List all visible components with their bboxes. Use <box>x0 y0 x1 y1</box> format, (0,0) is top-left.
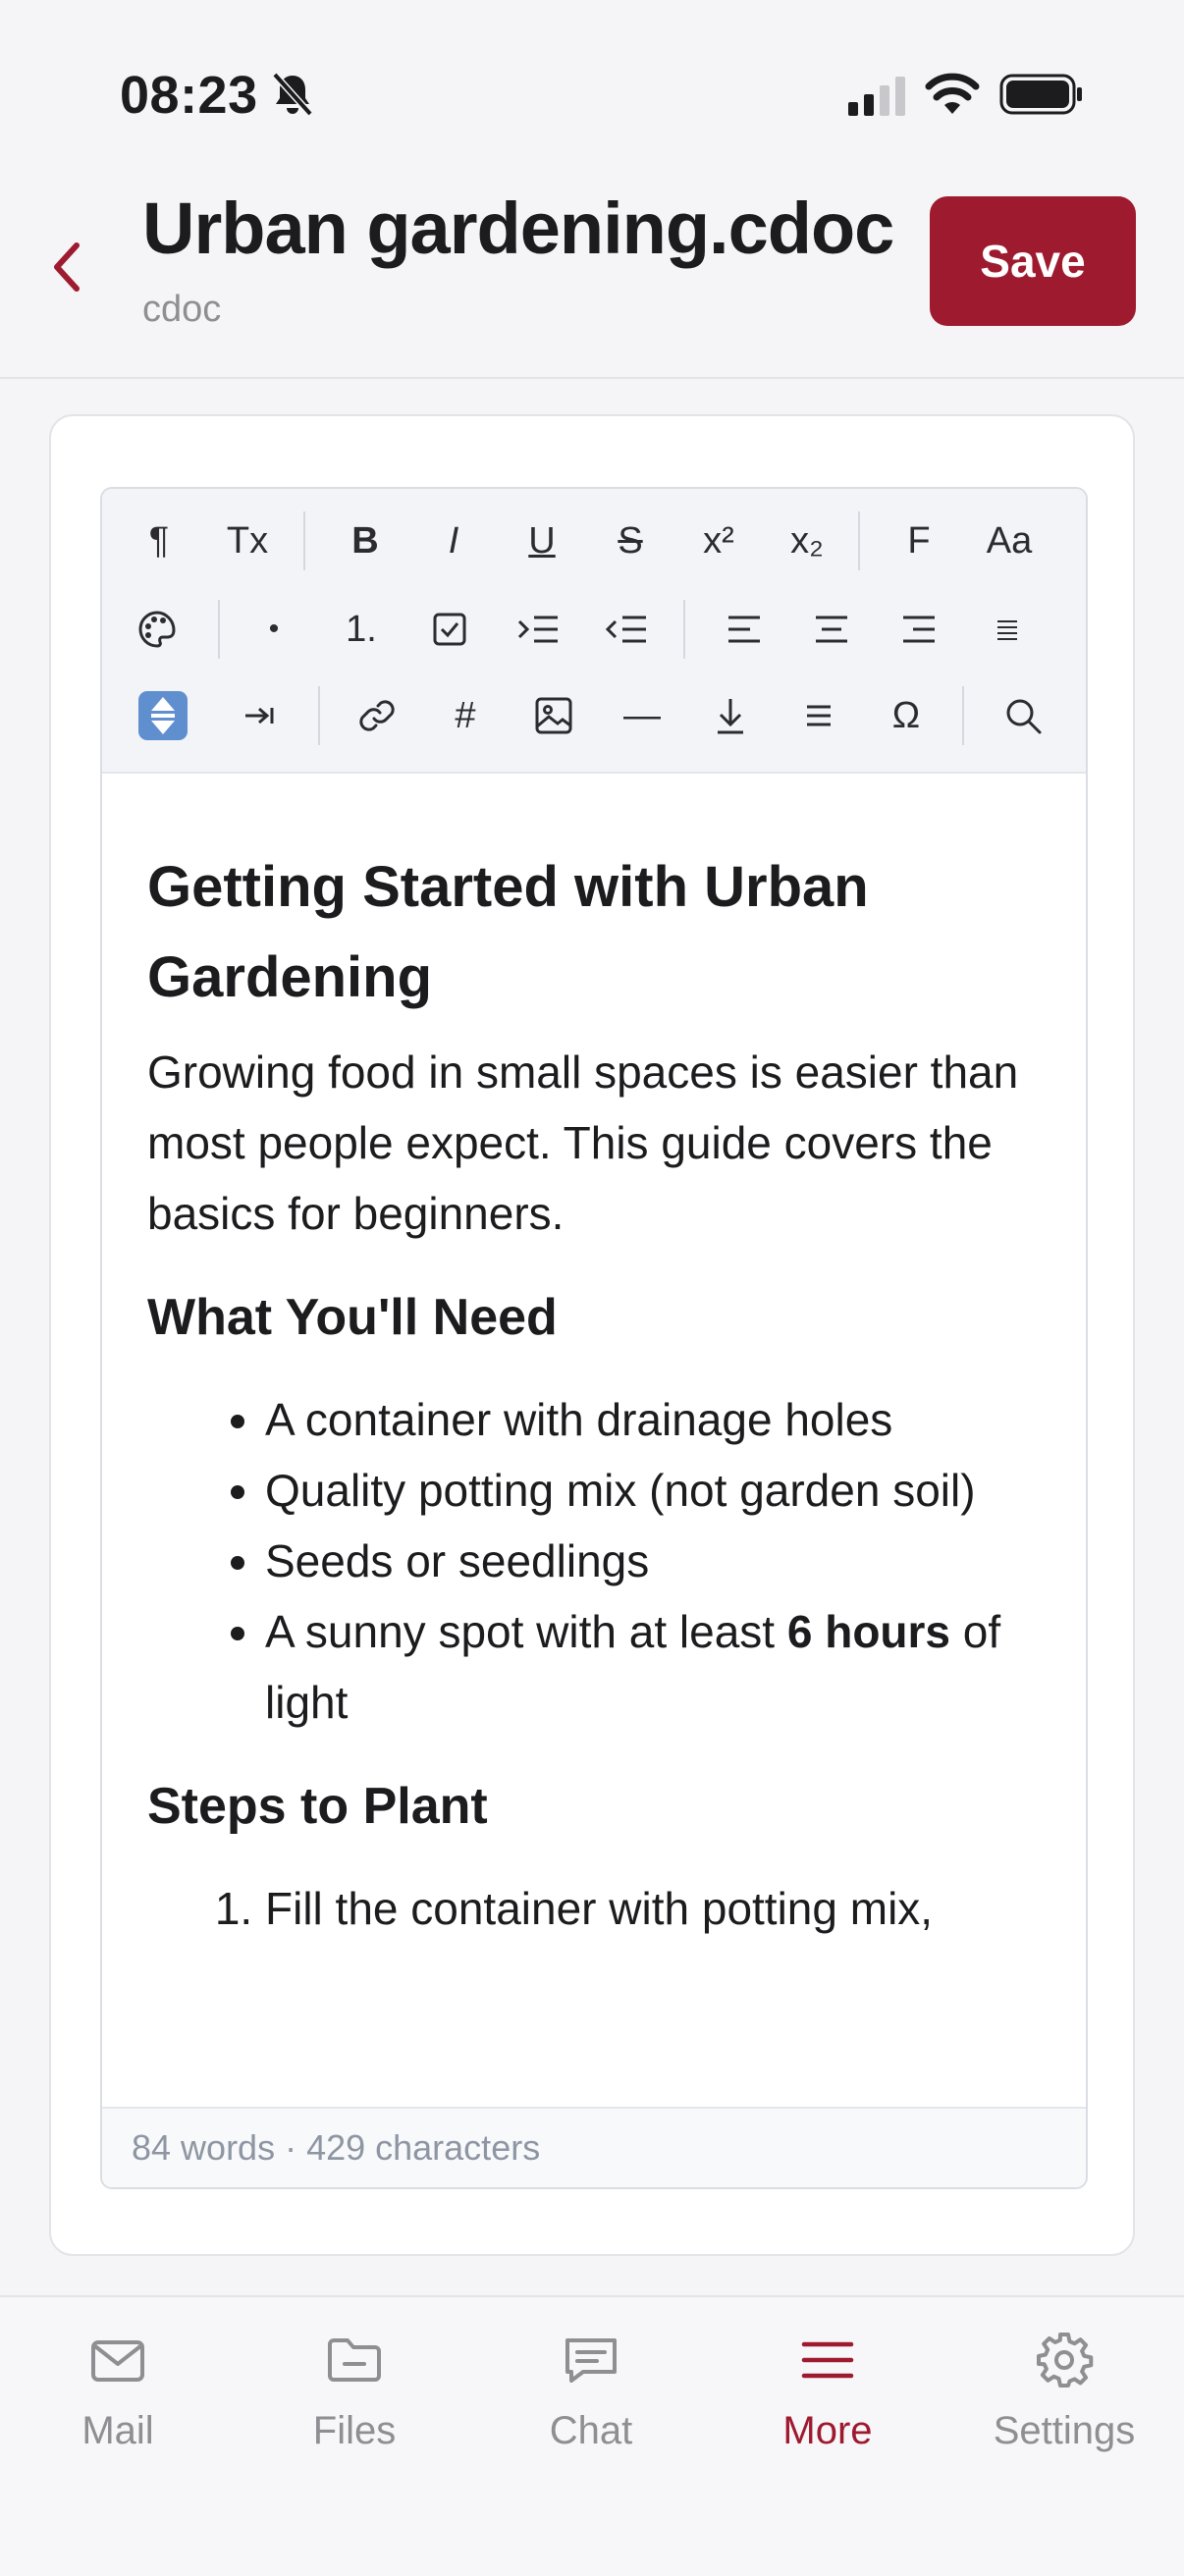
horizontal-rule-button[interactable]: — <box>623 681 661 750</box>
font-button[interactable]: F <box>907 507 930 575</box>
bottom-tab-bar: Mail Files Chat More Settings <box>0 2295 1184 2576</box>
chat-icon <box>565 2338 617 2383</box>
list-item-text: A sunny spot with at least <box>265 1606 787 1657</box>
tab-label: Mail <box>81 2409 154 2452</box>
strikethrough-button[interactable]: S <box>618 507 642 575</box>
toolbar-separator <box>683 600 685 659</box>
rich-text-editor: ¶ Tx B I U S x² x₂ F Aa • 1. # — Ω Getti… <box>100 487 1088 2189</box>
list-item: A sunny spot with at least 6 hours of li… <box>265 1596 1060 1738</box>
tab-chat[interactable]: Chat <box>473 2329 709 2466</box>
needs-list: A container with drainage holes Quality … <box>147 1384 1060 1738</box>
tab-mail[interactable]: Mail <box>0 2329 236 2466</box>
list-item: Seeds or seedlings <box>265 1526 1060 1596</box>
indent-icon[interactable] <box>516 595 560 664</box>
menu-icon <box>801 2341 854 2379</box>
editor-card: ¶ Tx B I U S x² x₂ F Aa • 1. # — Ω Getti… <box>49 414 1135 2256</box>
document-title: Urban gardening.cdoc <box>142 188 894 269</box>
outdent-icon[interactable] <box>605 595 648 664</box>
tab-more[interactable]: More <box>710 2329 945 2466</box>
mail-icon <box>91 2340 144 2382</box>
italic-button[interactable]: I <box>449 507 459 575</box>
cell-signal-icon <box>848 77 905 116</box>
align-center-icon[interactable] <box>814 595 849 664</box>
save-button[interactable]: Save <box>930 196 1136 326</box>
tab-label: Files <box>312 2409 397 2452</box>
paragraph-button[interactable]: ¶ <box>149 507 169 575</box>
list-item: Fill the container with potting mix, <box>265 1873 1060 1944</box>
list-icon[interactable] <box>805 681 833 750</box>
app-header: Urban gardening.cdoc cdoc Save <box>0 167 1184 379</box>
align-right-icon[interactable] <box>901 595 937 664</box>
intro-paragraph: Growing food in small spaces is easier t… <box>147 1046 1019 1239</box>
bell-muted-icon <box>272 72 313 117</box>
tab-files[interactable]: Files <box>237 2329 472 2466</box>
status-bar: 08:23 <box>0 0 1184 167</box>
document-content[interactable]: Getting Started with Urban Gardening Gro… <box>147 842 1060 2109</box>
hashtag-button[interactable]: # <box>455 681 475 750</box>
checklist-icon[interactable] <box>432 595 467 664</box>
search-icon[interactable] <box>1003 681 1043 750</box>
align-justify-icon[interactable] <box>996 595 1018 664</box>
align-left-icon[interactable] <box>727 595 762 664</box>
heading-what-you-need: What You'll Need <box>147 1289 558 1346</box>
word-count-footer: 84 words · 429 characters <box>102 2107 1086 2187</box>
tab-label: Chat <box>549 2409 633 2452</box>
folder-icon <box>328 2338 381 2382</box>
tab-indent-icon[interactable] <box>243 681 275 750</box>
formatting-toolbar: ¶ Tx B I U S x² x₂ F Aa • 1. # — Ω <box>102 489 1086 774</box>
list-item: Quality potting mix (not garden soil) <box>265 1455 1060 1526</box>
list-item: A container with drainage holes <box>265 1384 1060 1455</box>
bullet-list-button[interactable]: • <box>269 595 280 664</box>
download-icon[interactable] <box>715 681 746 750</box>
subscript-button[interactable]: x₂ <box>790 507 824 575</box>
link-icon[interactable] <box>356 681 398 750</box>
palette-icon[interactable] <box>137 595 177 664</box>
special-char-button[interactable]: Ω <box>892 681 920 750</box>
status-time: 08:23 <box>120 66 258 125</box>
bold-button[interactable]: B <box>351 507 378 575</box>
steps-list: Fill the container with potting mix, <box>147 1873 1060 1944</box>
toolbar-separator <box>303 511 305 570</box>
wifi-icon <box>925 73 980 114</box>
heading-getting-started: Getting Started with Urban Gardening <box>147 855 869 1009</box>
list-item-bold-text: 6 hours <box>786 1606 951 1657</box>
superscript-button[interactable]: x² <box>703 507 734 575</box>
heading-steps-to-plant: Steps to Plant <box>147 1778 488 1835</box>
tab-settings[interactable]: Settings <box>946 2329 1182 2466</box>
gear-icon <box>1037 2333 1094 2388</box>
toolbar-separator <box>858 511 860 570</box>
underline-button[interactable]: U <box>528 507 555 575</box>
toolbar-separator <box>218 600 220 659</box>
battery-icon <box>999 74 1082 115</box>
tab-label: More <box>782 2409 873 2452</box>
toolbar-separator <box>962 686 964 745</box>
clear-format-button[interactable]: Tx <box>227 507 268 575</box>
numbered-list-button[interactable]: 1. <box>346 595 377 664</box>
tab-label: Settings <box>993 2409 1136 2452</box>
line-height-icon[interactable] <box>137 681 188 750</box>
back-chevron-icon[interactable] <box>43 236 90 298</box>
image-icon[interactable] <box>534 681 573 750</box>
toolbar-separator <box>318 686 320 745</box>
document-type: cdoc <box>142 289 222 330</box>
font-size-button[interactable]: Aa <box>987 507 1032 575</box>
